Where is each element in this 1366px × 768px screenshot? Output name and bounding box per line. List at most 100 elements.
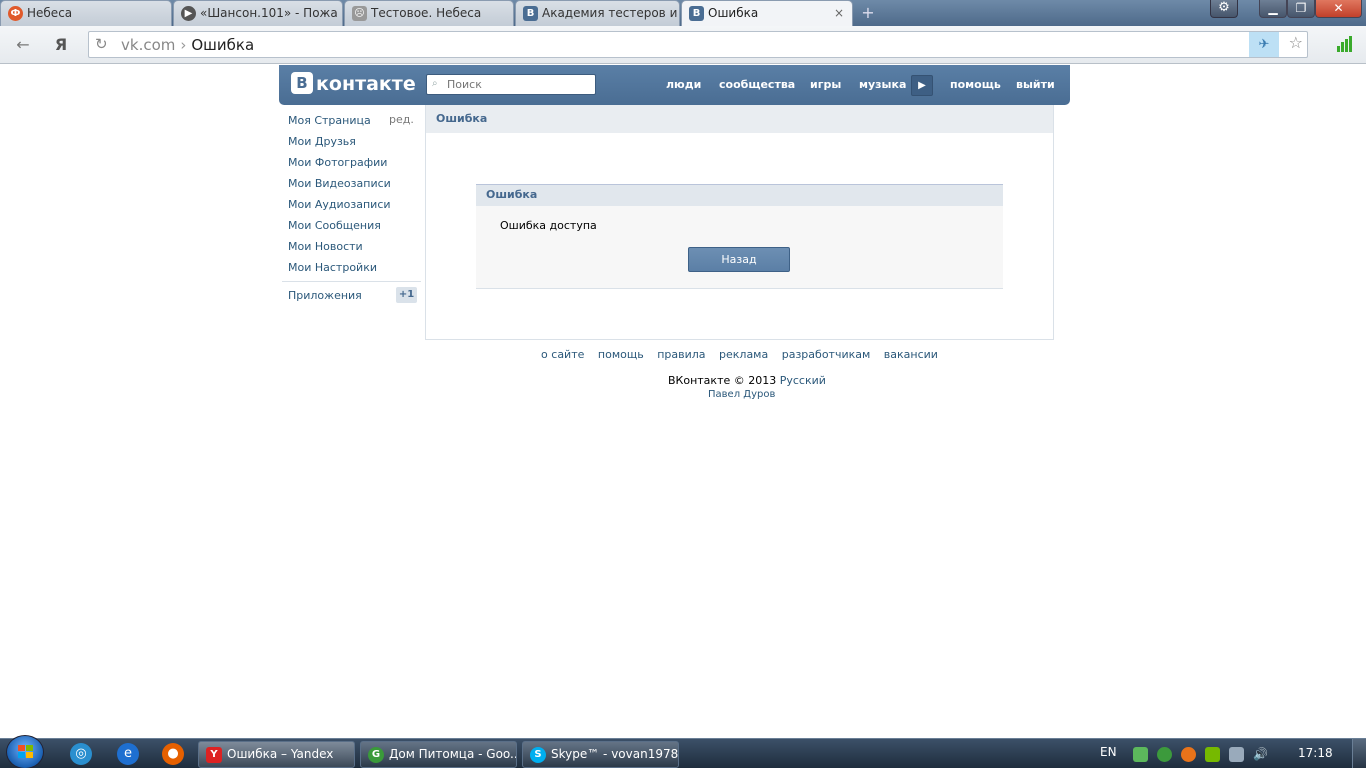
- taskbar-window-label: Skype™ - vovan1978....: [551, 747, 679, 761]
- page-title: Ошибка: [426, 105, 1053, 133]
- vk-search[interactable]: ⌕: [426, 74, 596, 95]
- music-play-icon[interactable]: ▶: [911, 75, 933, 96]
- minimize-button[interactable]: ▁: [1259, 0, 1287, 18]
- tray-nvidia-icon[interactable]: [1205, 747, 1220, 762]
- clock[interactable]: 17:18: [1298, 746, 1333, 760]
- menu-edit-link[interactable]: ред.: [389, 113, 414, 126]
- play-icon: ▶: [181, 6, 196, 21]
- vk-header: Bконтакте ⌕ люди сообщества игры музыка …: [279, 65, 1070, 105]
- quick-launch-app-icon[interactable]: ◎: [70, 743, 92, 765]
- menu-my-news[interactable]: Мои Новости: [288, 236, 363, 257]
- vk-logo[interactable]: Bконтакте: [291, 72, 416, 98]
- nav-music[interactable]: музыка: [859, 65, 906, 105]
- tray-security-icon[interactable]: [1133, 747, 1148, 762]
- chrome-icon: G: [368, 747, 384, 763]
- close-window-button[interactable]: ✕: [1315, 0, 1362, 18]
- vk-favicon-icon: B: [523, 6, 538, 21]
- url-domain: vk.com: [121, 36, 176, 54]
- menu-my-friends[interactable]: Мои Друзья: [288, 131, 356, 152]
- signal-bars-icon[interactable]: [1337, 36, 1353, 52]
- new-tab-icon[interactable]: +: [858, 4, 878, 22]
- menu-divider: [282, 281, 421, 282]
- volume-icon[interactable]: 🔊: [1253, 747, 1268, 762]
- tab-label: Небеса: [27, 6, 73, 20]
- address-bar[interactable]: ↻ vk.com › Ошибка ✈ ☆: [88, 31, 1308, 58]
- nav-logout[interactable]: выйти: [1016, 65, 1055, 105]
- nav-people[interactable]: люди: [666, 65, 701, 105]
- tray-torrent-icon[interactable]: [1157, 747, 1172, 762]
- tab-testovoe[interactable]: ☹ Тестовое. Небеса: [344, 0, 514, 26]
- restore-button[interactable]: ❐: [1287, 0, 1315, 18]
- url-page-title: Ошибка: [191, 36, 255, 54]
- menu-apps[interactable]: Приложения: [288, 285, 362, 306]
- url-text[interactable]: vk.com › Ошибка: [121, 32, 254, 58]
- tray-app-icon[interactable]: [1181, 747, 1196, 762]
- tab-label: Ошибка: [708, 6, 759, 20]
- search-input[interactable]: [447, 77, 592, 92]
- menu-my-videos[interactable]: Мои Видеозаписи: [288, 173, 391, 194]
- back-button[interactable]: Назад: [688, 247, 790, 272]
- pin-icon[interactable]: ✈: [1249, 32, 1279, 57]
- start-button[interactable]: [6, 735, 44, 768]
- error-message: Ошибка доступа: [500, 219, 597, 232]
- search-icon: ⌕: [432, 78, 438, 89]
- tab-label: Академия тестеров и: [542, 6, 678, 20]
- footer-link-help[interactable]: помощь: [598, 348, 644, 361]
- tab-akademiya[interactable]: B Академия тестеров и: [515, 0, 680, 26]
- nav-games[interactable]: игры: [810, 65, 841, 105]
- footer-author-link[interactable]: Павел Дуров: [708, 389, 775, 400]
- footer-link-developers[interactable]: разработчикам: [782, 348, 871, 361]
- tab-label: Тестовое. Небеса: [371, 6, 482, 20]
- browser-toolbar: ← Я ↻ vk.com › Ошибка ✈ ☆: [0, 26, 1366, 64]
- vk-favicon-icon: B: [689, 6, 704, 21]
- show-desktop-button[interactable]: [1352, 739, 1366, 768]
- taskbar-window-label: Ошибка – Yandex: [227, 747, 334, 761]
- skype-icon: S: [530, 747, 546, 763]
- tab-nebesa[interactable]: Ф Небеса: [0, 0, 172, 26]
- footer-link-ads[interactable]: реклама: [719, 348, 768, 361]
- footer-link-about[interactable]: о сайте: [541, 348, 584, 361]
- error-box-title: Ошибка: [476, 184, 1003, 206]
- vk-logo-letter: B: [291, 72, 313, 94]
- menu-my-page[interactable]: Моя Страница: [288, 110, 371, 131]
- browser-tabbar: Ф Небеса ▶ «Шансон.101» - Пожа ☹ Тестово…: [0, 0, 1366, 26]
- footer-link-rules[interactable]: правила: [657, 348, 705, 361]
- tray-network-icon[interactable]: [1229, 747, 1244, 762]
- tab-label: «Шансон.101» - Пожа: [200, 6, 338, 20]
- tab-favicon-icon: Ф: [8, 6, 23, 21]
- taskbar-yandex-window[interactable]: Y Ошибка – Yandex: [198, 741, 355, 768]
- menu-my-messages[interactable]: Мои Сообщения: [288, 215, 381, 236]
- menu-my-audio[interactable]: Мои Аудиозаписи: [288, 194, 391, 215]
- taskbar-chrome-window[interactable]: G Дом Питомца - Goo...: [360, 741, 517, 768]
- reload-icon[interactable]: ↻: [95, 35, 108, 53]
- nav-communities[interactable]: сообщества: [719, 65, 795, 105]
- taskbar-skype-window[interactable]: S Skype™ - vovan1978....: [522, 741, 679, 768]
- content-panel: Ошибка Ошибка Ошибка доступа Назад: [425, 105, 1054, 340]
- close-tab-icon[interactable]: ×: [834, 1, 844, 25]
- back-arrow-icon[interactable]: ←: [12, 34, 34, 56]
- keyboard-language[interactable]: EN: [1100, 745, 1117, 759]
- nav-help[interactable]: помощь: [950, 65, 1001, 105]
- internet-explorer-icon[interactable]: e: [117, 743, 139, 765]
- windows-logo-icon: [18, 745, 34, 759]
- tab-shanson[interactable]: ▶ «Шансон.101» - Пожа: [173, 0, 343, 26]
- footer-links: о сайте помощь правила реклама разработч…: [0, 348, 1366, 361]
- error-box: Ошибка Ошибка доступа Назад: [476, 184, 1003, 289]
- tab-oshibka[interactable]: B Ошибка ×: [681, 0, 853, 26]
- footer-link-jobs[interactable]: вакансии: [884, 348, 938, 361]
- taskbar-window-label: Дом Питомца - Goo...: [389, 747, 517, 761]
- language-link[interactable]: Русский: [780, 374, 826, 387]
- copyright-text: ВКонтакте © 2013: [668, 374, 777, 387]
- yandex-icon: Y: [206, 747, 222, 763]
- menu-my-settings[interactable]: Мои Настройки: [288, 257, 377, 278]
- bookmark-star-icon[interactable]: ☆: [1289, 33, 1303, 52]
- url-separator: ›: [180, 36, 187, 54]
- menu-my-photos[interactable]: Мои Фотографии: [288, 152, 387, 173]
- yandex-logo-icon[interactable]: Я: [50, 34, 72, 56]
- settings-gear-icon[interactable]: ⚙: [1210, 0, 1238, 18]
- firefox-icon[interactable]: ●: [162, 743, 184, 765]
- apps-badge[interactable]: +1: [396, 287, 417, 303]
- sad-face-icon: ☹: [352, 6, 367, 21]
- vk-logo-text: контакте: [316, 73, 416, 95]
- footer-copyright: ВКонтакте © 2013 Русский: [668, 374, 826, 387]
